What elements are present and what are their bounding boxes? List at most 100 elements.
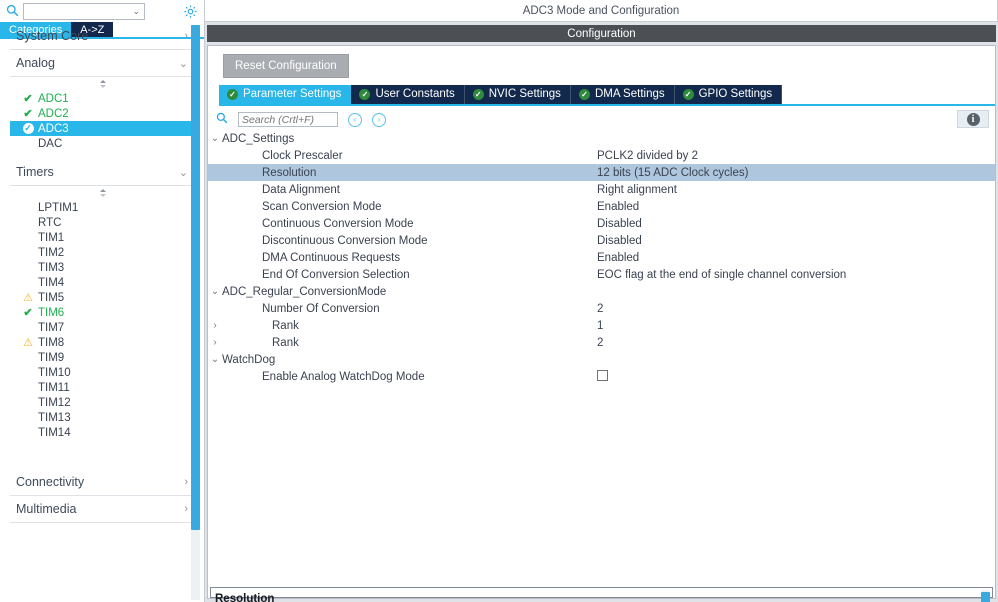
chevron-down-icon: ⌄ — [178, 57, 188, 70]
sidebar-item-label: DAC — [38, 137, 63, 150]
param-name: Clock Prescaler — [262, 149, 343, 162]
tab-parameter-settings[interactable]: ✓ Parameter Settings — [219, 85, 352, 104]
sort-indicator-icon[interactable] — [10, 186, 196, 200]
sidebar-group-timers[interactable]: Timers ⌄ — [10, 159, 196, 186]
sidebar-scrollbar-thumb[interactable] — [191, 25, 200, 530]
tree-group-adc-regular-conversionmode[interactable]: ⌄ ADC_Regular_ConversionMode — [208, 283, 995, 300]
sidebar-search-combo[interactable]: ⌄ — [23, 2, 145, 20]
table-row-selected[interactable]: Resolution 12 bits (15 ADC Clock cycles) — [208, 164, 995, 181]
description-panel: Resolution Resolution Parameter Descript… — [210, 587, 993, 602]
table-row-rank-1[interactable]: › Rank 1 — [208, 317, 995, 334]
sidebar-item-tim7[interactable]: TIM7 — [10, 320, 196, 335]
table-row[interactable]: Data Alignment Right alignment — [208, 181, 995, 198]
table-row[interactable]: Discontinuous Conversion Mode Disabled — [208, 232, 995, 249]
param-value: 2 — [597, 336, 604, 349]
sidebar-item-label: TIM10 — [38, 366, 71, 379]
sidebar-search-bar: ⌄ — [0, 0, 204, 22]
sidebar-group-label: Analog — [16, 56, 55, 70]
reset-row: Reset Configuration — [208, 46, 995, 78]
sidebar-item-tim1[interactable]: TIM1 — [10, 230, 196, 245]
tab-nvic-settings[interactable]: ✓ NVIC Settings — [464, 85, 571, 104]
sidebar-item-tim12[interactable]: TIM12 — [10, 395, 196, 410]
sidebar-item-lptim1[interactable]: LPTIM1 — [10, 200, 196, 215]
sidebar-item-tim9[interactable]: TIM9 — [10, 350, 196, 365]
sort-indicator-icon[interactable] — [10, 77, 196, 91]
warning-icon: ⚠ — [23, 292, 33, 304]
analog-watchdog-checkbox[interactable] — [597, 369, 608, 381]
param-name: Resolution — [262, 166, 317, 179]
sidebar-item-adc2[interactable]: ✔ ADC2 — [10, 106, 196, 121]
param-value[interactable]: 12 bits (15 ADC Clock cycles) — [597, 167, 748, 179]
sidebar-scrollbar[interactable] — [191, 25, 200, 600]
table-row[interactable]: Clock Prescaler PCLK2 divided by 2 — [208, 147, 995, 164]
table-row[interactable]: DMA Continuous Requests Enabled — [208, 249, 995, 266]
sidebar-item-label: TIM9 — [38, 351, 65, 364]
param-name: End Of Conversion Selection — [262, 268, 410, 281]
sidebar-item-tim3[interactable]: TIM3 — [10, 260, 196, 275]
sidebar-item-tim6[interactable]: ✔ TIM6 — [10, 305, 196, 320]
tree-group-watchdog[interactable]: ⌄ WatchDog — [208, 351, 995, 368]
param-value: EOC flag at the end of single channel co… — [597, 268, 847, 281]
sidebar-item-tim10[interactable]: TIM10 — [10, 365, 196, 380]
page-title: ADC3 Mode and Configuration — [205, 0, 998, 22]
tree-group-adc-settings[interactable]: ⌄ ADC_Settings — [208, 130, 995, 147]
gear-icon[interactable] — [182, 3, 198, 19]
param-name: Rank — [272, 336, 299, 349]
table-row[interactable]: End Of Conversion Selection EOC flag at … — [208, 266, 995, 283]
param-name: DMA Continuous Requests — [262, 251, 401, 264]
tab-label: User Constants — [375, 88, 455, 100]
sidebar-group-connectivity[interactable]: Connectivity › — [10, 469, 196, 496]
search-next-icon[interactable]: › — [372, 112, 386, 127]
sidebar-item-tim11[interactable]: TIM11 — [10, 380, 196, 395]
param-value — [597, 369, 608, 384]
sidebar-item-tim2[interactable]: TIM2 — [10, 245, 196, 260]
sidebar-group-system-core[interactable]: System Core › — [10, 23, 196, 50]
sidebar-group-label: Multimedia — [16, 502, 77, 516]
sidebar-item-adc1[interactable]: ✔ ADC1 — [10, 91, 196, 106]
sidebar-item-label: TIM11 — [38, 381, 70, 394]
sidebar-item-tim13[interactable]: TIM13 — [10, 410, 196, 425]
sidebar-item-tim14[interactable]: TIM14 — [10, 425, 196, 440]
twisty-down-icon[interactable]: ⌄ — [208, 133, 222, 144]
tab-user-constants[interactable]: ✓ User Constants — [351, 85, 465, 104]
sidebar-group-multimedia[interactable]: Multimedia › — [10, 496, 196, 523]
sidebar-item-label: TIM4 — [38, 276, 65, 289]
info-button[interactable]: i — [957, 110, 989, 128]
tab-gpio-settings[interactable]: ✓ GPIO Settings — [674, 85, 783, 104]
sidebar-item-dac[interactable]: DAC — [10, 136, 196, 151]
description-scrollbar-thumb[interactable] — [981, 592, 990, 602]
sidebar-group-analog[interactable]: Analog ⌄ — [10, 50, 196, 77]
search-previous-icon[interactable]: ‹ — [348, 112, 362, 127]
sidebar-peripheral-list: System Core › Analog ⌄ ✔ ADC1 ✔ ADC2 ✓ A… — [0, 23, 204, 602]
parameter-toolbar: ‹ › i — [208, 106, 995, 128]
twisty-down-icon[interactable]: ⌄ — [208, 286, 222, 297]
table-row-analog-watchdog[interactable]: Enable Analog WatchDog Mode — [208, 368, 995, 385]
twisty-down-icon[interactable]: ⌄ — [208, 354, 222, 365]
sidebar-item-rtc[interactable]: RTC — [10, 215, 196, 230]
sidebar-item-label: ADC3 — [38, 122, 69, 135]
table-row[interactable]: Continuous Conversion Mode Disabled — [208, 215, 995, 232]
reset-configuration-button[interactable]: Reset Configuration — [223, 54, 349, 78]
tab-label: DMA Settings — [594, 88, 665, 100]
tab-dma-settings[interactable]: ✓ DMA Settings — [570, 85, 675, 104]
check-icon: ✔ — [23, 93, 33, 105]
table-row[interactable]: Number Of Conversion 2 — [208, 300, 995, 317]
twisty-right-icon[interactable]: › — [208, 337, 222, 348]
param-name: Rank — [272, 319, 299, 332]
search-input[interactable] — [238, 112, 338, 127]
param-name: Scan Conversion Mode — [262, 200, 382, 213]
table-row[interactable]: Scan Conversion Mode Enabled — [208, 198, 995, 215]
tab-label: GPIO Settings — [698, 88, 773, 100]
tree-node-label: ADC_Regular_ConversionMode — [222, 285, 387, 298]
sidebar-item-tim5[interactable]: ⚠ TIM5 — [10, 290, 196, 305]
sidebar-item-tim8[interactable]: ⚠ TIM8 — [10, 335, 196, 350]
check-icon: ✔ — [23, 108, 33, 120]
twisty-right-icon[interactable]: › — [208, 320, 222, 331]
sidebar-item-adc3[interactable]: ✓ ADC3 — [10, 121, 196, 136]
chevron-down-icon: ⌄ — [178, 166, 188, 179]
check-circle-icon: ✓ — [472, 88, 484, 100]
table-row-rank-2[interactable]: › Rank 2 — [208, 334, 995, 351]
sidebar-item-tim4[interactable]: TIM4 — [10, 275, 196, 290]
